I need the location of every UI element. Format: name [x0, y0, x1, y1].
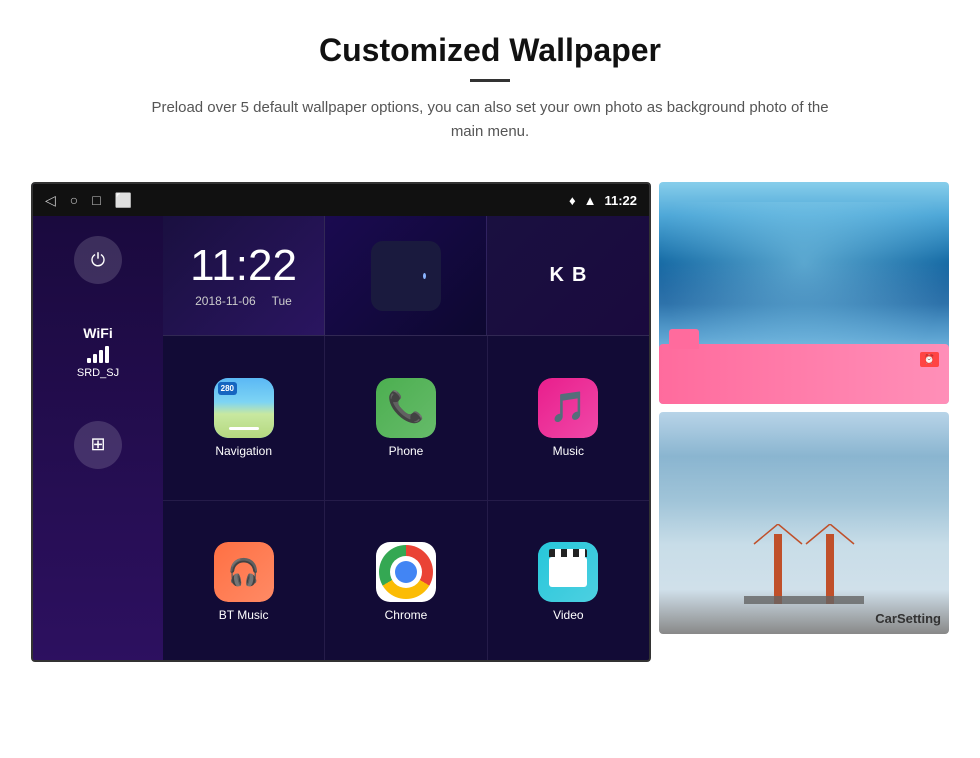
signal-waves: [386, 256, 426, 296]
title-divider: [470, 79, 510, 82]
video-icon-inner: [538, 542, 598, 602]
wifi-label: WiFi: [83, 325, 112, 341]
wallpaper-thumbnails: ⏰ CarSetting: [659, 182, 949, 634]
main-content: ◁ ○ □ ⬜ ♦ ▲ 11:22 ⏻ WiFi: [0, 182, 980, 662]
home-icon[interactable]: ○: [70, 192, 78, 208]
clapper-stripe-2: [567, 549, 573, 557]
clock-day-value: Tue: [272, 294, 292, 308]
clapperboard: [549, 557, 587, 587]
clapper-stripe-1: [555, 549, 561, 557]
status-time: 11:22: [604, 193, 637, 208]
shortcut-b[interactable]: B: [572, 264, 586, 287]
phone-icon: 📞: [376, 378, 436, 438]
nav-icon-inner: 280: [214, 378, 274, 438]
signal-section: [325, 216, 487, 335]
photo-icon: ⬜: [115, 192, 132, 209]
android-body: ⏻ WiFi SRD_SJ ⊞: [33, 216, 649, 662]
app-cell-video[interactable]: Video: [488, 501, 649, 663]
wave-center-dot: [423, 273, 426, 279]
nav-badge: 280: [218, 382, 237, 395]
alarm-display: ⏰: [920, 352, 939, 367]
clapper-stripe-3: [579, 549, 585, 557]
app-cell-navigation[interactable]: 280 Navigation: [163, 336, 324, 500]
top-info-row: 11:22 2018-11-06 Tue: [163, 216, 649, 336]
wifi-bar-1: [87, 358, 91, 363]
thumbnail-ice-cave[interactable]: ⏰: [659, 182, 949, 404]
carsetting-label: CarSetting: [875, 611, 941, 626]
bluetooth-symbol: 🎧: [227, 557, 259, 588]
clock-section: 11:22 2018-11-06 Tue: [163, 216, 325, 335]
video-label: Video: [553, 608, 583, 622]
phone-label: Phone: [389, 444, 424, 458]
chrome-label: Chrome: [385, 608, 428, 622]
android-screen: ◁ ○ □ ⬜ ♦ ▲ 11:22 ⏻ WiFi: [31, 182, 651, 662]
bt-icon-inner: 🎧: [214, 542, 274, 602]
back-icon[interactable]: ◁: [45, 192, 56, 209]
apps-grid-button[interactable]: ⊞: [74, 421, 122, 469]
chrome-icon: [376, 542, 436, 602]
navigation-label: Navigation: [215, 444, 272, 458]
music-device: ⏰: [659, 344, 949, 404]
phone-icon-inner: 📞: [376, 378, 436, 438]
wave-inner: [416, 269, 423, 283]
app-cell-chrome[interactable]: Chrome: [325, 501, 486, 663]
shortcut-k[interactable]: K: [550, 264, 564, 287]
thumbnail-golden-gate[interactable]: CarSetting: [659, 412, 949, 634]
wifi-bar-4: [105, 346, 109, 363]
app-shortcuts: K B: [487, 216, 649, 335]
music-icon: 🎵: [538, 378, 598, 438]
chrome-icon-inner: [379, 545, 433, 599]
bridge-structure: [744, 524, 864, 604]
app-cell-music[interactable]: 🎵 Music: [488, 336, 649, 500]
clock-time: 11:22: [190, 244, 297, 288]
wifi-bars: [77, 346, 119, 363]
status-left-icons: ◁ ○ □ ⬜: [45, 192, 132, 209]
app-cell-btmusic[interactable]: 🎧 BT Music: [163, 501, 324, 663]
location-icon: ♦: [569, 193, 576, 208]
wifi-bar-3: [99, 350, 103, 363]
app-grid: 280 Navigation 📞 Phone: [163, 336, 649, 662]
status-bar: ◁ ○ □ ⬜ ♦ ▲ 11:22: [33, 184, 649, 216]
clock-date-value: 2018-11-06: [195, 294, 256, 308]
android-main: 11:22 2018-11-06 Tue: [163, 216, 649, 662]
clock-date: 2018-11-06 Tue: [195, 294, 292, 308]
nav-road: [229, 427, 259, 430]
wifi-bar-2: [93, 354, 97, 363]
recent-icon[interactable]: □: [92, 192, 100, 208]
page-header: Customized Wallpaper Preload over 5 defa…: [0, 0, 980, 164]
wifi-network: SRD_SJ: [77, 366, 119, 381]
navigation-icon: 280: [214, 378, 274, 438]
signal-widget: [371, 241, 441, 311]
wave-outer: [386, 257, 404, 295]
app-cell-phone[interactable]: 📞 Phone: [325, 336, 486, 500]
android-sidebar: ⏻ WiFi SRD_SJ ⊞: [33, 216, 163, 662]
page-description: Preload over 5 default wallpaper options…: [150, 96, 830, 144]
wave-mid: [404, 263, 416, 289]
bridge-cables-svg: [744, 524, 864, 594]
signal-icon: ▲: [584, 193, 597, 208]
music-label: Music: [553, 444, 584, 458]
btmusic-icon: 🎧: [214, 542, 274, 602]
btmusic-label: BT Music: [219, 608, 269, 622]
status-right-info: ♦ ▲ 11:22: [569, 193, 637, 208]
power-button[interactable]: ⏻: [74, 236, 122, 284]
bridge-road: [744, 596, 864, 604]
wifi-info: WiFi SRD_SJ: [77, 324, 119, 381]
page-title: Customized Wallpaper: [80, 32, 900, 69]
music-device-top: [669, 329, 699, 349]
music-icon-inner: 🎵: [538, 378, 598, 438]
video-icon: [538, 542, 598, 602]
